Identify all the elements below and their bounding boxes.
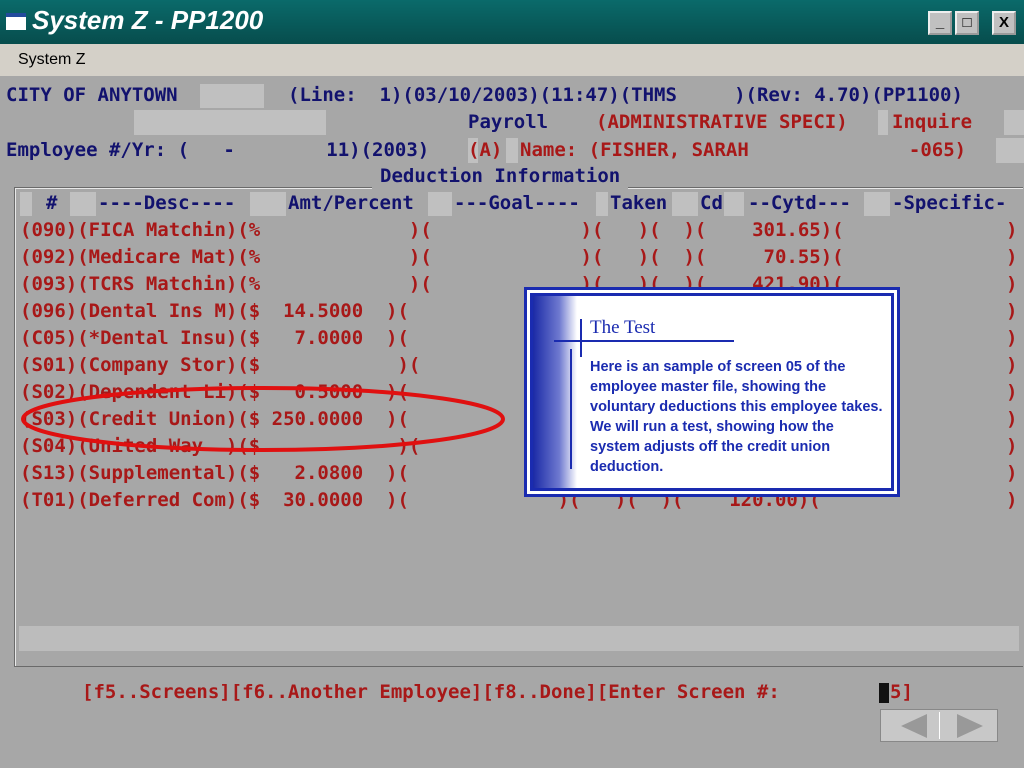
maximize-icon[interactable]: □	[955, 11, 979, 35]
col-sep	[672, 192, 698, 216]
section-title: Deduction Information	[372, 163, 629, 190]
field-box	[134, 110, 326, 135]
row-close: )	[1006, 327, 1018, 349]
row-close: )	[1006, 462, 1018, 484]
col-taken: Taken	[610, 192, 668, 214]
row-close: )	[1006, 489, 1018, 511]
nav-divider	[939, 712, 940, 739]
col-sep	[428, 192, 452, 216]
col-specific: -Specific-	[892, 192, 1007, 214]
table-row[interactable]: (S13)(Supplemental)($ 2.0800 )(	[20, 460, 409, 487]
callout-title: The Test	[590, 317, 656, 338]
next-arrow-icon[interactable]	[957, 714, 983, 738]
window-icon[interactable]	[6, 13, 26, 30]
col-cd: Cd	[700, 192, 723, 214]
slide-nav	[880, 709, 998, 742]
col-sep	[596, 192, 608, 216]
col-goal: ---Goal----	[454, 192, 580, 214]
table-row[interactable]: (092)(Medicare Mat)(% )( )( )( )( 70.55)…	[20, 244, 844, 271]
field-box	[506, 138, 518, 163]
row-close: )	[1006, 246, 1018, 268]
table-row-credit-union[interactable]: (S03)(Credit Union)($ 250.0000 )(	[20, 406, 409, 433]
field-box	[878, 110, 888, 135]
minimize-icon[interactable]: _	[928, 11, 952, 35]
col-sep	[864, 192, 890, 216]
callout-rule	[580, 319, 582, 357]
screen-number-input[interactable]: 5]	[890, 679, 913, 706]
close-icon[interactable]: X	[992, 11, 1016, 35]
payroll-label: Payroll	[468, 111, 549, 133]
table-row[interactable]: (S01)(Company Stor)($ )(	[20, 352, 420, 379]
window-title: System Z - PP1200	[32, 5, 264, 35]
field-box	[996, 138, 1024, 163]
city-name: CITY OF ANYTOWN	[6, 84, 178, 106]
table-row[interactable]: (S02)(Dependent Li)($ 0.5000 )(	[20, 379, 409, 406]
col-sep	[724, 192, 744, 216]
table-row[interactable]: (096)(Dental Ins M)($ 14.5000 )(	[20, 298, 409, 325]
col-sep	[20, 192, 32, 216]
field-box	[1004, 110, 1024, 135]
field-box	[200, 84, 264, 108]
table-row[interactable]: (S04)(United Way )($ )(	[20, 433, 420, 460]
col-amt: Amt/Percent	[288, 192, 414, 214]
table-row[interactable]: (C05)(*Dental Insu)($ 7.0000 )(	[20, 325, 409, 352]
col-num: #	[46, 192, 58, 214]
scroll-bar[interactable]	[19, 626, 1019, 651]
menu-system[interactable]: System Z	[18, 51, 86, 69]
function-keys[interactable]: [f5..Screens][f6..Another Employee][f8..…	[82, 679, 791, 706]
employee-type-field[interactable]: (A)	[468, 137, 502, 164]
employee-field[interactable]: Employee #/Yr: ( - 11)(2003)	[6, 137, 429, 164]
row-close: )	[1006, 408, 1018, 430]
status-line: (Line: 1)(03/10/2003)(11:47)(THMS )(Rev:…	[288, 84, 963, 106]
callout-body: Here is an sample of screen 05 of the em…	[590, 359, 883, 475]
row-close: )	[1006, 219, 1018, 241]
callout-box: The Test Here is an sample of screen 05 …	[524, 287, 900, 497]
col-sep	[250, 192, 286, 216]
row-close: )	[1006, 273, 1018, 295]
row-close: )	[1006, 354, 1018, 376]
col-desc: ----Desc----	[98, 192, 236, 214]
cursor	[879, 683, 889, 703]
mode-field: Inquire	[892, 111, 973, 133]
col-sep	[70, 192, 96, 216]
prev-arrow-icon[interactable]	[901, 714, 927, 738]
row-close: )	[1006, 435, 1018, 457]
name-field[interactable]: Name: (FISHER, SARAH -065)	[520, 137, 966, 164]
row-close: )	[1006, 381, 1018, 403]
position-field: (ADMINISTRATIVE SPECI)	[596, 111, 848, 133]
table-row[interactable]: (090)(FICA Matchin)(% )( )( )( )( 301.65…	[20, 217, 844, 244]
col-cytd: --Cytd---	[748, 192, 851, 214]
menu-bar	[0, 44, 1024, 76]
row-close: )	[1006, 300, 1018, 322]
callout-rule	[570, 349, 572, 469]
